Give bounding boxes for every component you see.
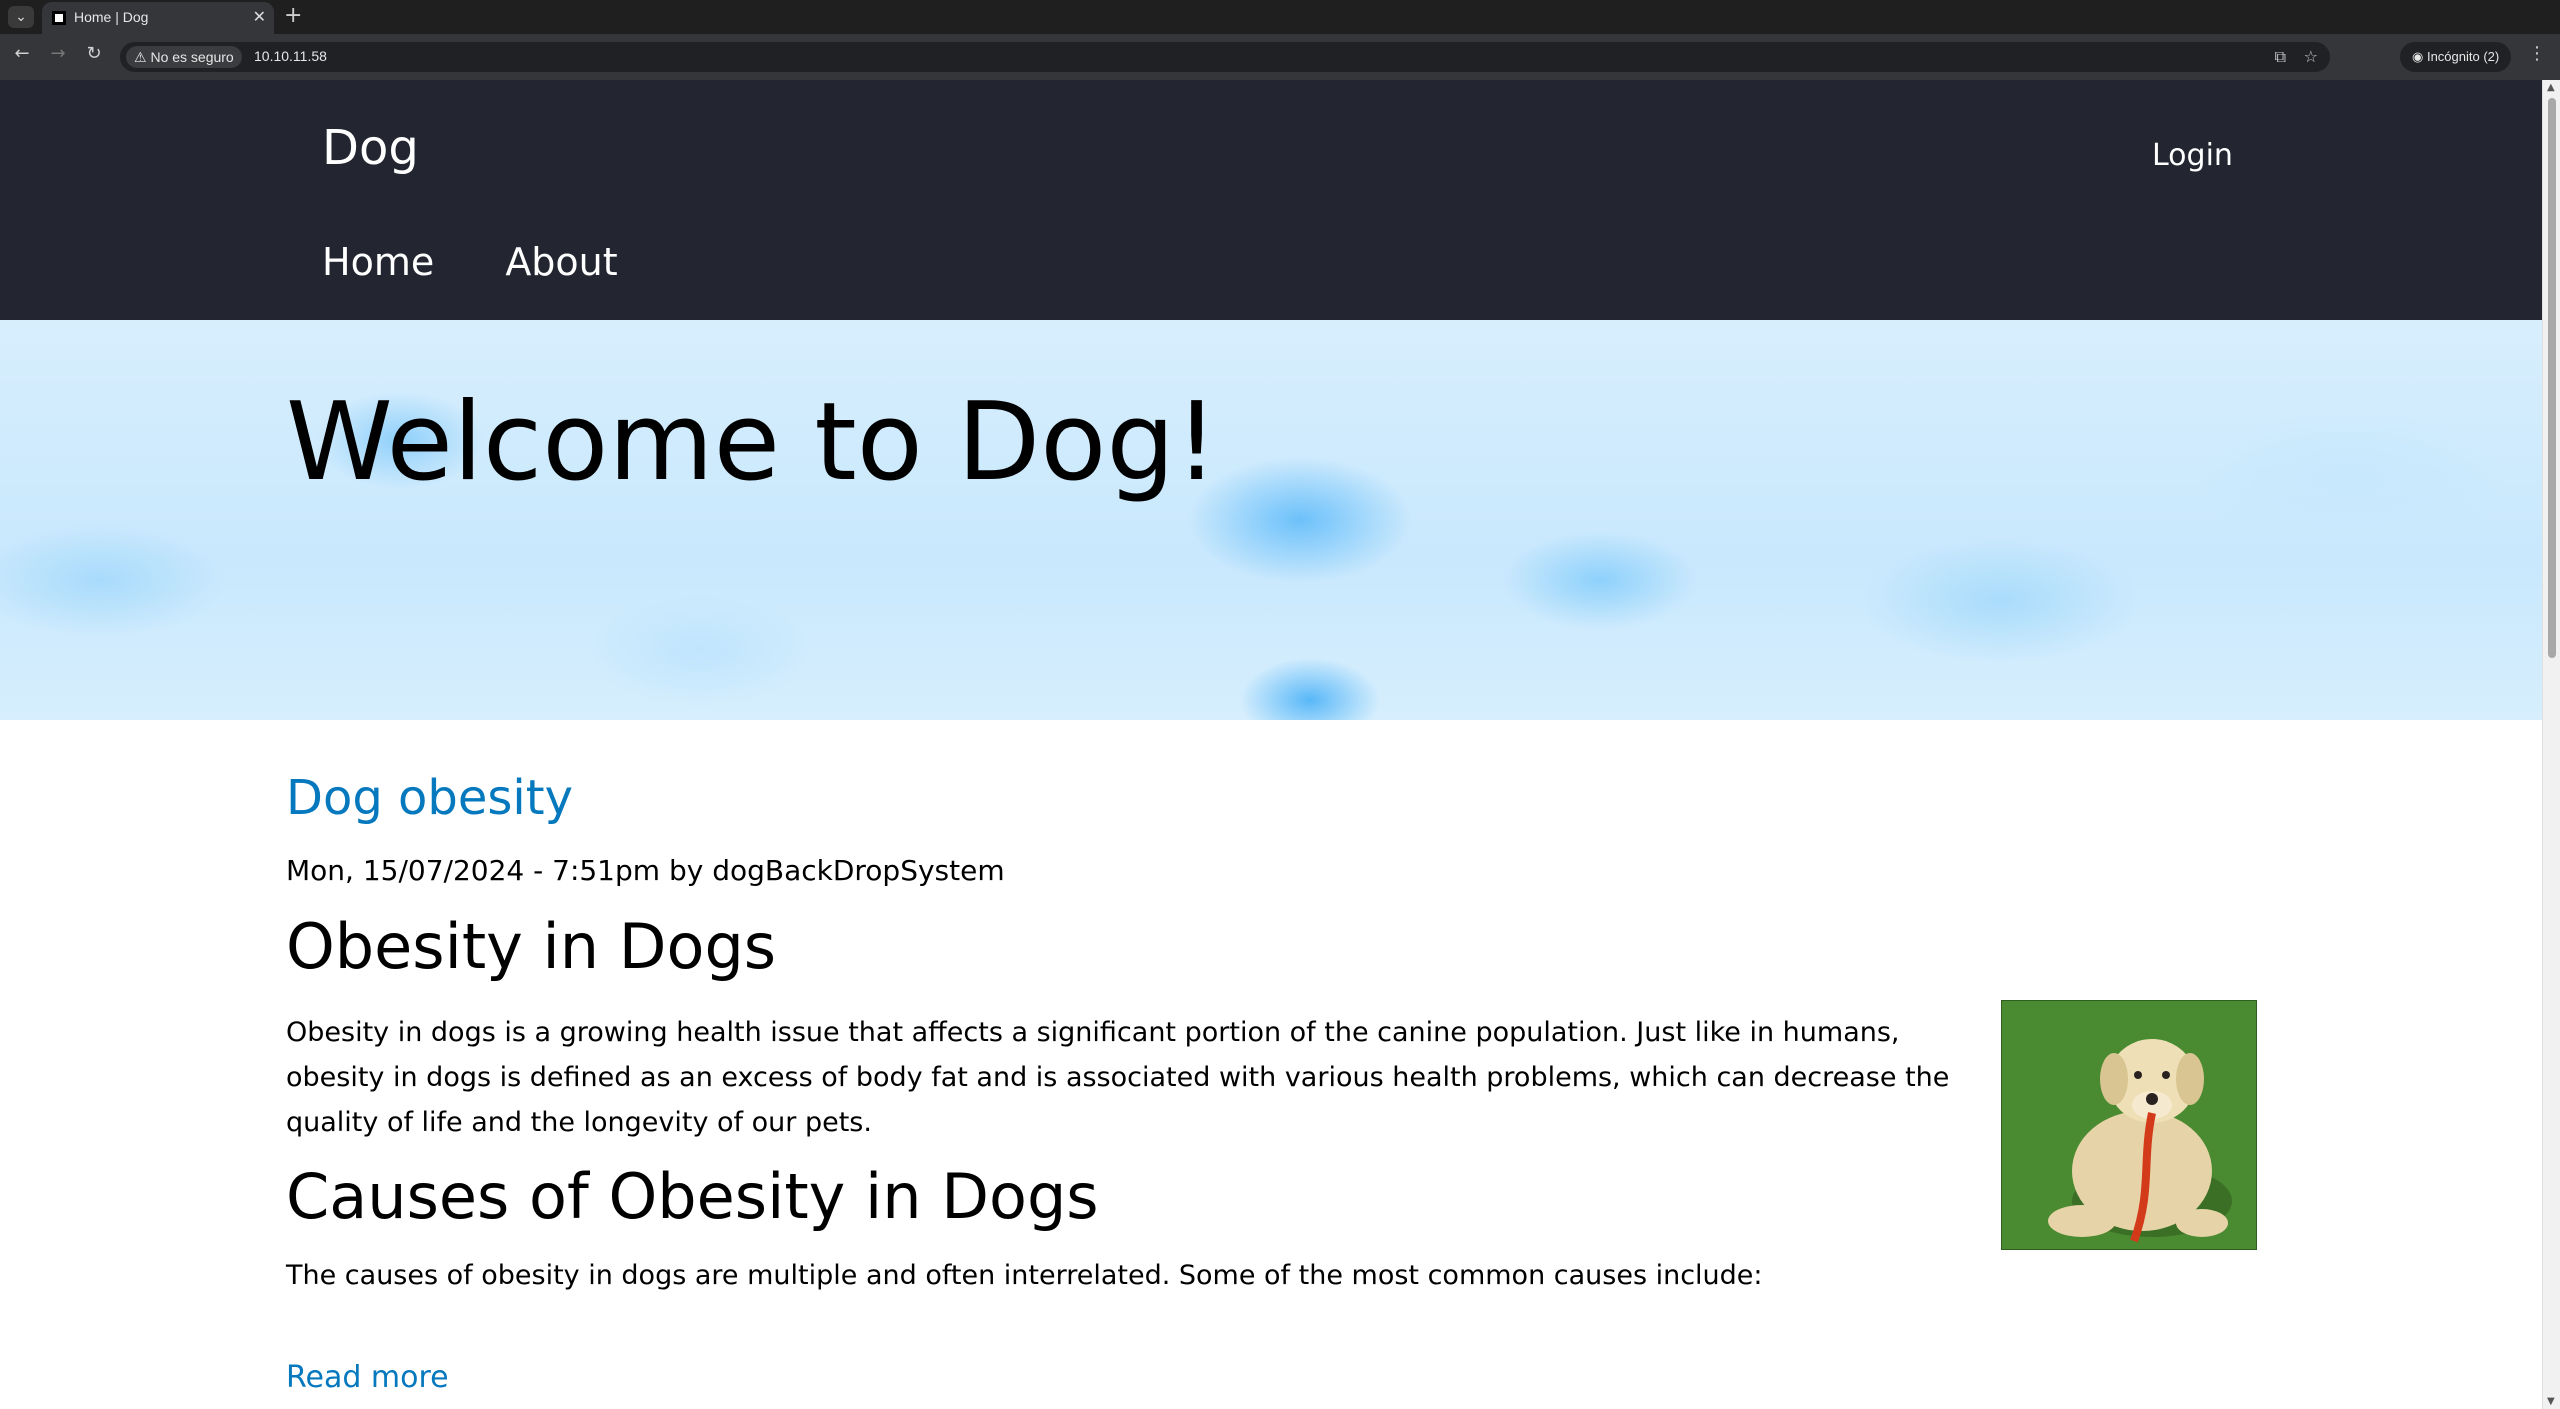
browser-tab-strip: ⌄ Home | Dog ✕ +: [0, 0, 2560, 34]
incognito-icon: ◉: [2412, 49, 2427, 64]
site-name-link[interactable]: Dog: [322, 120, 419, 176]
favicon-icon: [52, 11, 66, 25]
hero-title: Welcome to Dog!: [286, 380, 1219, 505]
browser-tab[interactable]: Home | Dog ✕: [42, 2, 274, 34]
back-arrow-icon[interactable]: ←: [10, 43, 34, 64]
login-link[interactable]: Login: [2152, 138, 2233, 173]
translate-icon[interactable]: ⧉: [2275, 47, 2286, 67]
nav-about-link[interactable]: About: [505, 240, 617, 284]
hero-banner: Welcome to Dog!: [0, 320, 2542, 720]
address-bar[interactable]: ⚠ No es seguro 10.10.11.58 ⧉ ☆: [120, 42, 2330, 72]
article-heading-obesity: Obesity in Dogs: [286, 910, 777, 983]
warning-icon: ⚠: [134, 49, 151, 65]
read-more-link[interactable]: Read more: [286, 1360, 449, 1395]
article-heading-causes: Causes of Obesity in Dogs: [286, 1160, 1099, 1233]
bookmark-star-icon[interactable]: ☆: [2304, 47, 2318, 66]
scroll-down-arrow-icon[interactable]: ▼: [2547, 1396, 2555, 1407]
dog-image: [2001, 1000, 2257, 1250]
browser-toolbar: ← → ↻ ⚠ No es seguro 10.10.11.58 ⧉ ☆ ◉ I…: [0, 34, 2560, 80]
reload-icon[interactable]: ↻: [82, 43, 106, 64]
page-scrollbar[interactable]: ▲ ▼: [2542, 80, 2560, 1409]
page-viewport: Dog Login Home About Welcome to Dog! Dog…: [0, 80, 2560, 1409]
incognito-label: Incógnito (2): [2426, 49, 2500, 64]
scrollbar-thumb[interactable]: [2548, 98, 2556, 658]
close-tab-icon[interactable]: ✕: [253, 7, 266, 26]
article-title-link[interactable]: Dog obesity: [286, 770, 573, 826]
security-chip[interactable]: ⚠ No es seguro: [126, 46, 242, 68]
main-nav: Home About: [322, 240, 684, 284]
site-header: Dog Login Home About: [0, 80, 2542, 320]
article-meta: Mon, 15/07/2024 - 7:51pm by dogBackDropS…: [286, 854, 1005, 887]
tab-title: Home | Dog: [74, 9, 149, 25]
nav-home-link[interactable]: Home: [322, 240, 434, 284]
dog-illustration: [2002, 1001, 2256, 1249]
url-text[interactable]: 10.10.11.58: [254, 48, 327, 64]
incognito-indicator[interactable]: ◉ Incógnito (2): [2400, 42, 2512, 72]
browser-menu-icon[interactable]: ⋮: [2528, 43, 2546, 64]
tab-search-chevron-icon[interactable]: ⌄: [8, 6, 34, 28]
new-tab-button[interactable]: +: [284, 3, 302, 28]
security-label: No es seguro: [150, 49, 234, 65]
article-paragraph-1: Obesity in dogs is a growing health issu…: [286, 1017, 1950, 1138]
scroll-up-arrow-icon[interactable]: ▲: [2547, 82, 2555, 93]
article-paragraph-2: The causes of obesity in dogs are multip…: [286, 1260, 1763, 1291]
forward-arrow-icon[interactable]: →: [46, 43, 70, 64]
